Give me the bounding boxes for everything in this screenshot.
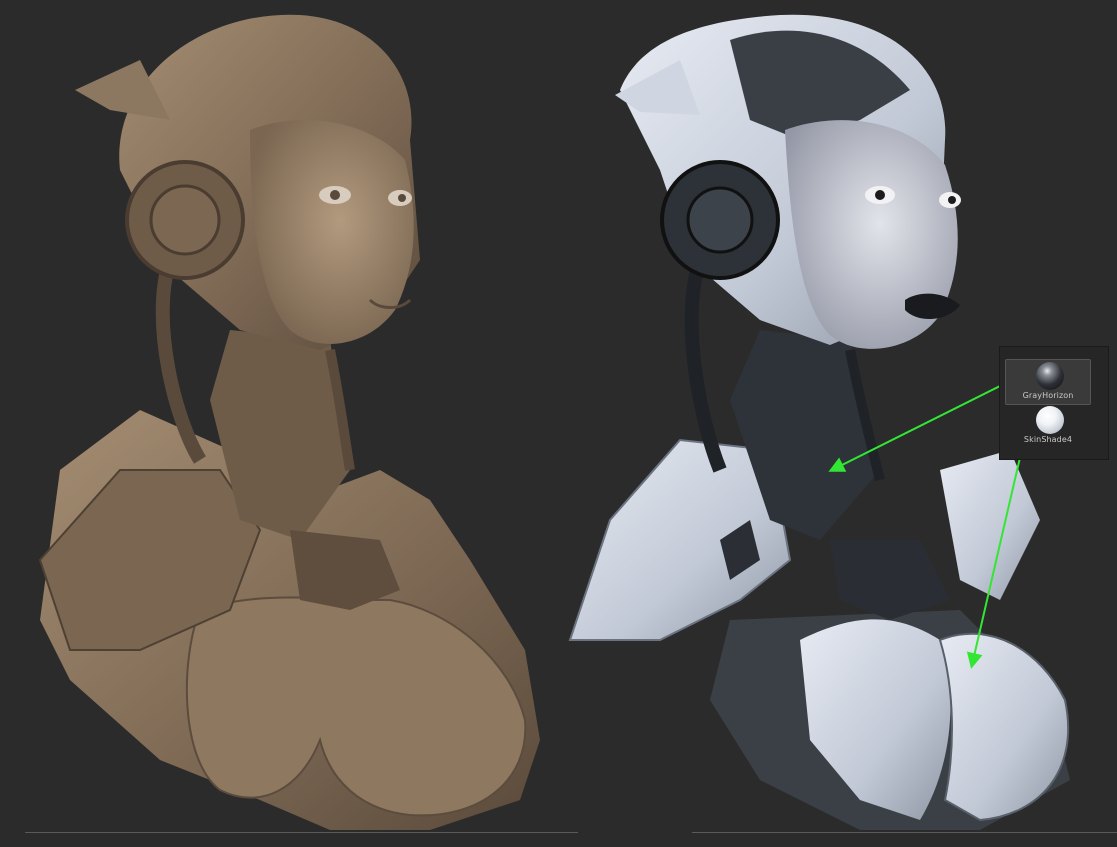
material-slot-grayhorizon[interactable]: GrayHorizon <box>1005 359 1091 405</box>
3d-viewport[interactable]: GrayHorizon SkinShade4 <box>0 0 1117 847</box>
clay-sculpt-bust <box>38 14 540 830</box>
material-palette: GrayHorizon SkinShade4 <box>999 346 1109 460</box>
ground-line-left <box>25 832 578 833</box>
matcap-ball-white-icon <box>1036 406 1064 434</box>
material-label: SkinShade4 <box>1023 435 1073 444</box>
material-label: GrayHorizon <box>1022 391 1074 400</box>
ground-line-right <box>692 832 1117 833</box>
matcap-ball-dark-icon <box>1036 362 1064 390</box>
material-slot-skinshade4[interactable]: SkinShade4 <box>1005 403 1091 449</box>
